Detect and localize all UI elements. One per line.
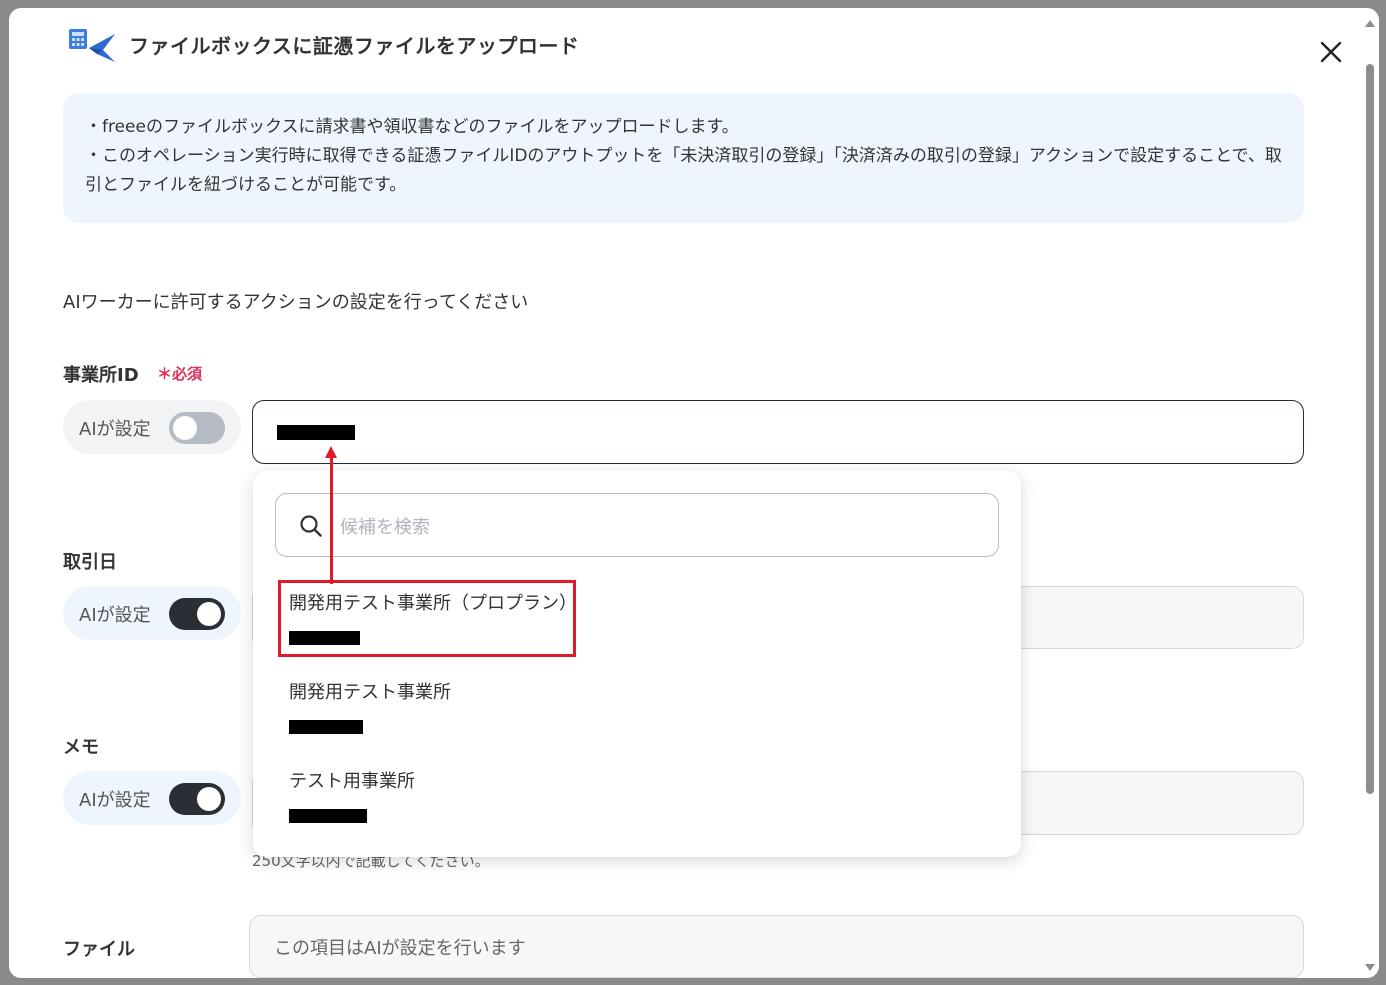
freee-upload-logo-icon [69,29,115,62]
toggle-knob [197,787,221,811]
dropdown-option[interactable]: 開発用テスト事業所 [277,668,577,746]
close-icon[interactable] [1317,38,1345,66]
ai-setting-label: AIが設定 [79,419,151,440]
office-id-ai-toggle[interactable] [169,412,225,444]
section-lead: AIワーカーに許可するアクションの設定を行ってください [63,292,529,313]
transaction-date-ai-pill: AIが設定 [63,586,241,640]
transaction-date-label: 取引日 [63,552,117,573]
office-id-select[interactable] [252,400,1304,464]
dropdown-option[interactable]: テスト用事業所 [277,757,577,835]
ai-setting-label: AIが設定 [79,790,151,811]
info-line-2: ・このオペレーション実行時に取得できる証憑ファイルIDのアウトプットを「未決済取… [85,146,1282,195]
memo-ai-pill: AIが設定 [63,771,241,825]
scroll-down-arrow-icon[interactable] [1365,964,1375,971]
office-id-ai-pill: AIが設定 [63,400,241,454]
scrollbar-thumb[interactable] [1366,64,1374,794]
annotation-arrow-line [330,456,333,584]
office-id-value-redacted [277,425,355,440]
memo-label: メモ [63,737,99,758]
info-box: ・freeeのファイルボックスに請求書や領収書などのファイルをアップロードします… [63,93,1304,223]
file-field: この項目はAIが設定を行います [249,915,1304,978]
required-badge: ＊必須 [157,365,203,383]
candidate-search-input[interactable] [338,508,982,546]
scroll-up-arrow-icon[interactable] [1365,20,1375,27]
toggle-knob [197,602,221,626]
candidate-search-box[interactable] [275,493,999,557]
modal-scrollbar[interactable] [1363,16,1377,976]
ai-setting-label: AIが設定 [79,605,151,626]
file-label: ファイル [63,939,135,960]
option-id-redacted [289,720,363,734]
modal-title: ファイルボックスに証憑ファイルをアップロード [129,34,580,58]
file-field-placeholder: この項目はAIが設定を行います [274,938,526,959]
office-id-label: 事業所ID [63,365,139,386]
option-name: テスト用事業所 [289,771,415,792]
upload-modal: ファイルボックスに証憑ファイルをアップロード ・freeeのファイルボックスに請… [9,8,1379,978]
search-icon [300,515,322,537]
office-id-dropdown: 開発用テスト事業所（プロプラン） 開発用テスト事業所 テスト用事業所 [253,471,1021,857]
option-name: 開発用テスト事業所 [289,682,451,703]
info-line-1: ・freeeのファイルボックスに請求書や領収書などのファイルをアップロードします… [85,117,739,137]
annotation-highlight-box [278,580,576,657]
transaction-date-ai-toggle[interactable] [169,598,225,630]
memo-ai-toggle[interactable] [169,783,225,815]
option-id-redacted [289,809,367,823]
annotation-arrow-head [325,446,337,458]
toggle-knob [173,416,197,440]
